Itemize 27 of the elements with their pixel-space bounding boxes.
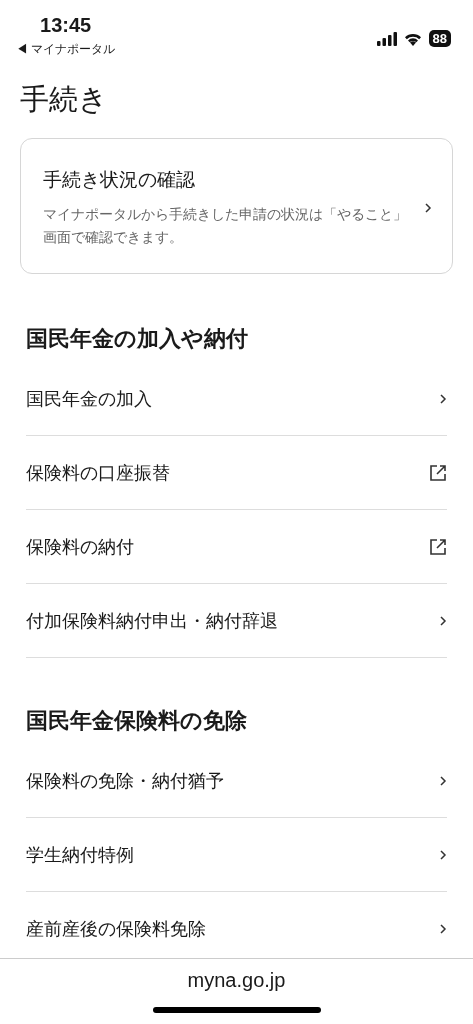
menu-item[interactable]: 国民年金の加入 [26,362,447,437]
menu-item[interactable]: 付加保険料納付申出・納付辞退 [26,584,447,659]
chevron-icon [439,922,447,935]
home-indicator[interactable] [152,1007,321,1013]
menu-item[interactable]: 保険料の口座振替 [26,436,447,511]
chevron-icon [439,392,447,405]
back-link[interactable]: ◀ マイナポータル [16,41,116,58]
menu-item[interactable]: 学生納付特例 [26,818,447,893]
chevron-icon [424,202,432,215]
signal-icon [376,31,397,46]
status-card[interactable]: 手続き状況の確認 マイナポータルから手続きした申請の状況は「やること」画面で確認できます。 [20,138,453,275]
chevron-icon [439,848,447,861]
page-title: 手続き [20,82,109,117]
menu-item[interactable]: 保険料の免除・納付猶予 [26,744,447,819]
clock: 13:45 [40,14,92,37]
section-heading: 国民年金の加入や納付 [26,325,249,354]
card-title: 手続き状況の確認 [43,168,196,192]
section-heading: 国民年金保険料の免除 [26,707,248,736]
external-link-icon [429,463,447,482]
chevron-icon [439,614,447,627]
url-text[interactable]: myna.go.jp [187,969,286,992]
battery-indicator: 88 [428,30,451,47]
external-link-icon [429,537,447,556]
menu-item[interactable]: 保険料の納付 [26,510,447,585]
card-description: マイナポータルから手続きした申請の状況は「やること」画面で確認できます。 [43,205,408,248]
chevron-icon [439,774,447,787]
wifi-icon [403,31,422,46]
